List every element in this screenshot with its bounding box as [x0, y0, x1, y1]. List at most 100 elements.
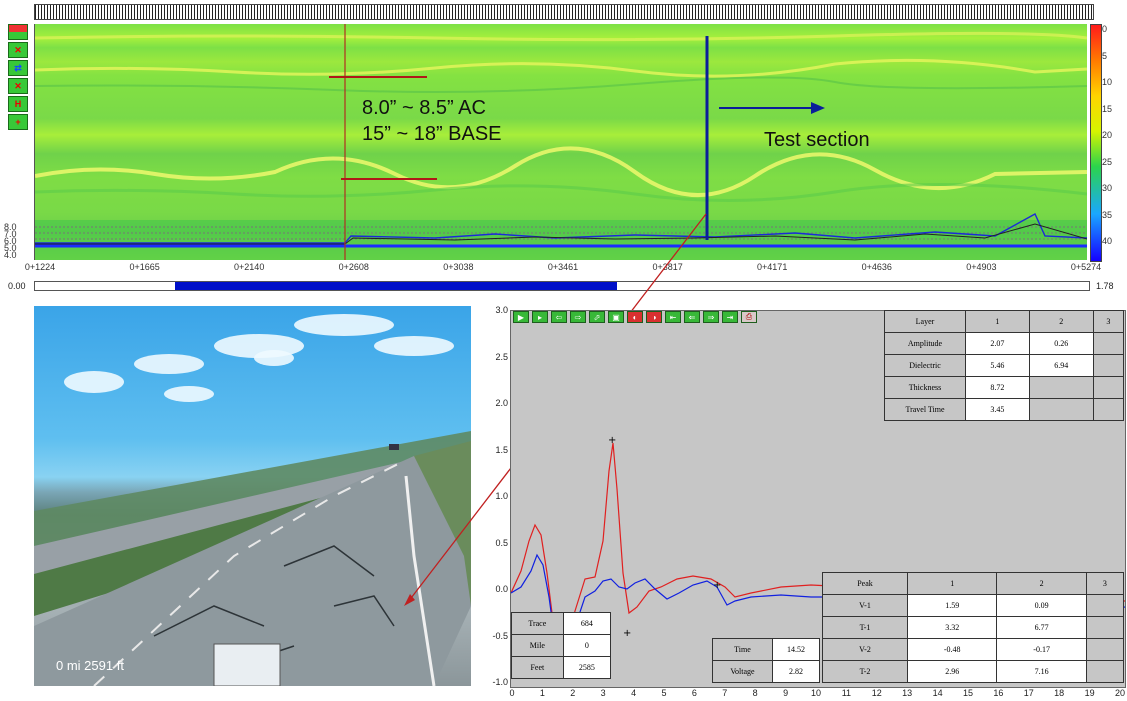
- row-label: Voltage: [712, 660, 773, 683]
- waveform-x-tick: 8: [752, 688, 758, 698]
- waveform-x-tick: 18: [1054, 688, 1065, 698]
- svg-text:+: +: [608, 435, 616, 446]
- waveform-y-tick: 2.0: [495, 398, 508, 408]
- row-label: Feet: [511, 656, 564, 679]
- cell: [1028, 398, 1094, 421]
- peak-col-1: 1: [906, 572, 998, 595]
- cell: [1028, 376, 1094, 399]
- row-label: V-1: [822, 594, 908, 617]
- waveform-y-tick: -1.0: [492, 677, 508, 687]
- peak-header: Peak: [822, 572, 908, 595]
- table-row: Feet 2585: [511, 656, 612, 679]
- table-row: Travel Time 3.45: [884, 398, 1125, 421]
- cell: 8.72: [965, 376, 1030, 399]
- table-row: V-1 1.59 0.09: [822, 594, 1125, 617]
- row-label: Time: [712, 638, 773, 661]
- cell: 2585: [562, 656, 612, 679]
- waveform-x-tick: 16: [993, 688, 1004, 698]
- zoom-in-icon[interactable]: ◐: [627, 311, 643, 323]
- waveform-x-tick: 1: [539, 688, 545, 698]
- table-row: Voltage 2.82: [712, 660, 821, 683]
- left-arrow-icon[interactable]: ⇦: [551, 311, 567, 323]
- waveform-x-tick: 2: [570, 688, 576, 698]
- layer-col-1: 1: [965, 310, 1030, 333]
- position-table: Trace 684 Mile 0 Feet 2585: [511, 612, 612, 679]
- cell: 6.77: [996, 616, 1087, 639]
- svg-text:+: +: [713, 580, 721, 591]
- table-row: T-2 2.96 7.16: [822, 660, 1125, 683]
- waveform-x-tick: 13: [902, 688, 913, 698]
- waveform-x-tick: 9: [783, 688, 789, 698]
- table-row: T-1 3.32 6.77: [822, 616, 1125, 639]
- waveform-y-tick: -0.5: [492, 630, 508, 641]
- cell: [1092, 332, 1125, 355]
- cell: 2.07: [965, 332, 1030, 355]
- cell: 5.46: [965, 354, 1030, 377]
- waveform-x-tick: 10: [810, 688, 822, 698]
- row-label: Thickness: [884, 376, 966, 399]
- cell: -0.48: [906, 638, 998, 661]
- print-icon[interactable]: ⎙: [741, 311, 757, 323]
- waveform-y-tick: 1.0: [495, 491, 508, 501]
- zoom-out-icon[interactable]: ◑: [646, 311, 662, 323]
- svg-text:+: +: [623, 628, 631, 639]
- cell: [1092, 376, 1125, 399]
- table-row: V-2 -0.48 -0.17: [822, 638, 1125, 661]
- previous-icon[interactable]: ⇐: [684, 311, 700, 323]
- peak-col-2: 2: [996, 572, 1087, 595]
- last-icon[interactable]: ⇥: [722, 311, 738, 323]
- waveform-x-tick: 15: [962, 688, 974, 698]
- diagonal-arrow-icon[interactable]: ⬀: [589, 311, 605, 323]
- fit-icon[interactable]: ▣: [608, 311, 624, 323]
- cell: 0.09: [996, 594, 1087, 617]
- cell: -0.17: [996, 638, 1087, 661]
- row-label: Dielectric: [884, 354, 966, 377]
- first-icon[interactable]: ⇤: [665, 311, 681, 323]
- waveform-x-tick: 7: [722, 688, 728, 698]
- table-row: Amplitude 2.07 0.26: [884, 332, 1125, 355]
- table-row: Dielectric 5.46 6.94: [884, 354, 1125, 377]
- table-row: Thickness 8.72: [884, 376, 1125, 399]
- waveform-x-tick: 4: [631, 688, 637, 698]
- cell: [1085, 594, 1125, 617]
- row-label: T-1: [822, 616, 908, 639]
- waveform-y-tick: 3.0: [495, 305, 508, 315]
- row-label: Trace: [511, 612, 564, 635]
- waveform-y-tick: 1.5: [495, 444, 508, 455]
- cell: [1092, 398, 1125, 421]
- table-row: Trace 684: [511, 612, 612, 635]
- play-icon[interactable]: ▶: [513, 311, 529, 323]
- waveform-x-tick: 19: [1084, 688, 1095, 698]
- right-arrow-icon[interactable]: ⇨: [570, 311, 586, 323]
- cell: [1085, 616, 1125, 639]
- waveform-y-tick: 0.0: [495, 584, 508, 594]
- cell: 2.96: [906, 660, 998, 683]
- step-icon[interactable]: ▸: [532, 311, 548, 323]
- waveform-x-tick: 3: [600, 688, 606, 698]
- row-label: Travel Time: [884, 398, 966, 421]
- cell: [1092, 354, 1125, 377]
- cell: 1.59: [906, 594, 998, 617]
- row-label: V-2: [822, 638, 908, 661]
- waveform-y-tick: 0.5: [495, 537, 508, 548]
- waveform-toolbar: ▶ ▸ ⇦ ⇨ ⬀ ▣ ◐ ◑ ⇤ ⇐ ⇒ ⇥ ⎙: [513, 311, 757, 323]
- row-label: Mile: [511, 634, 564, 657]
- cell: 14.52: [771, 638, 821, 661]
- cell: 3.32: [906, 616, 998, 639]
- cell: 684: [562, 612, 612, 635]
- time-voltage-table: Time 14.52 Voltage 2.82: [712, 638, 821, 683]
- cell: 7.16: [996, 660, 1087, 683]
- waveform-y-tick: 2.5: [495, 351, 508, 362]
- waveform-x-tick: 5: [661, 688, 667, 698]
- waveform-x-tick: 0: [509, 688, 515, 698]
- table-row: Time 14.52: [712, 638, 821, 661]
- peak-col-3: 3: [1085, 572, 1125, 595]
- layer-table: Layer 1 2 3 Amplitude 2.07 0.26 Dielectr…: [884, 310, 1125, 421]
- waveform-x-tick: 11: [841, 688, 852, 698]
- row-label: Amplitude: [884, 332, 966, 355]
- cell: [1085, 638, 1125, 661]
- layer-col-3: 3: [1092, 310, 1125, 333]
- cell: 0.26: [1028, 332, 1094, 355]
- cell: 0: [562, 634, 612, 657]
- next-icon[interactable]: ⇒: [703, 311, 719, 323]
